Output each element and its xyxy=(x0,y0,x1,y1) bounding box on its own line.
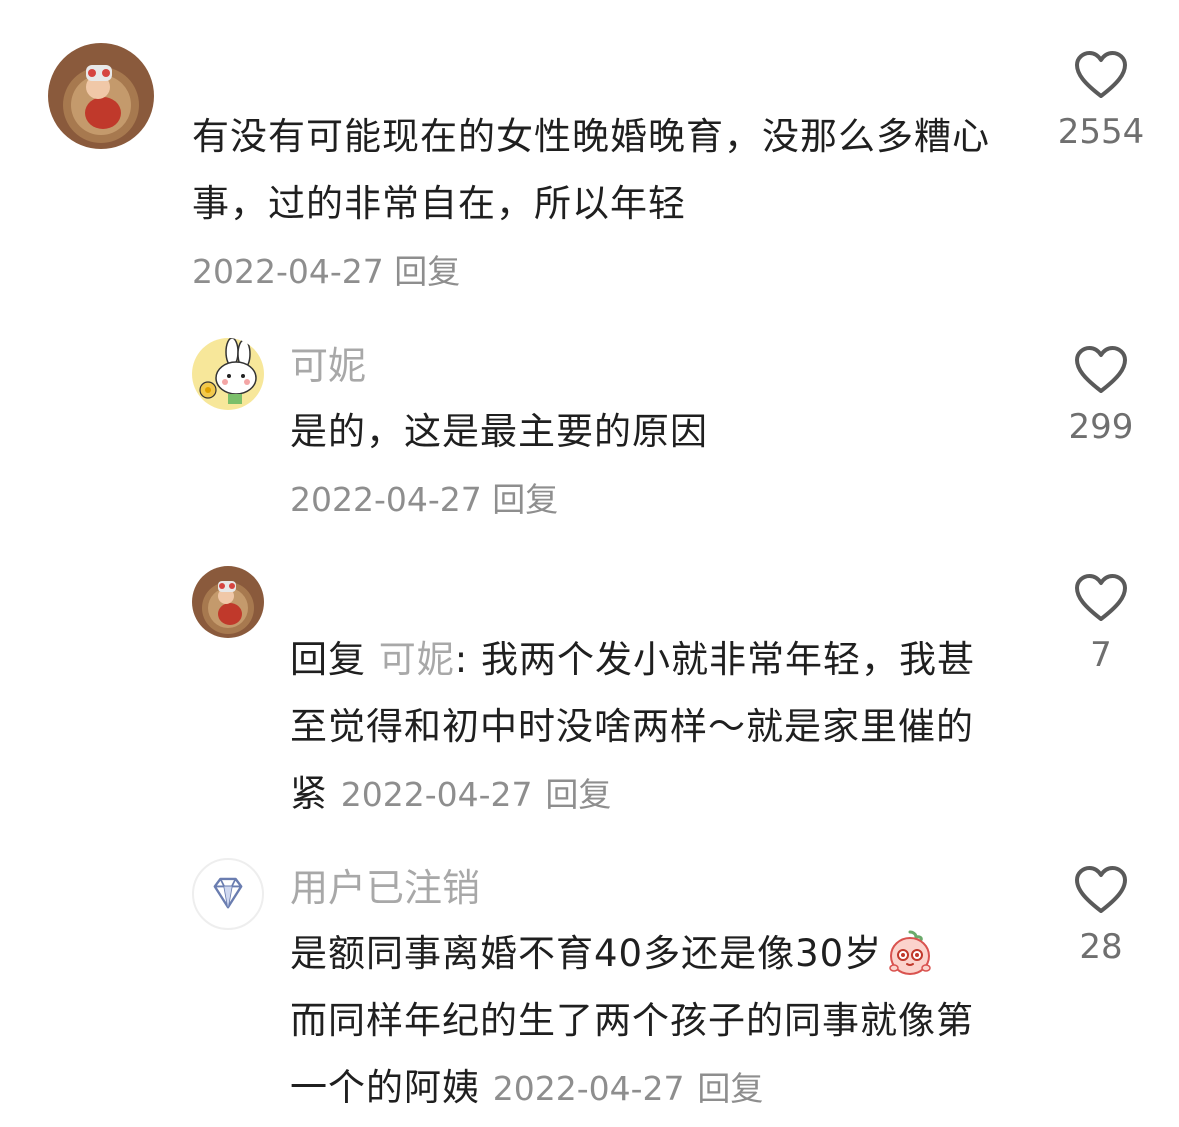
comment-date: 2022-04-27 xyxy=(290,480,482,519)
reply-button[interactable]: 回复 xyxy=(697,1069,763,1108)
reply-colon: : xyxy=(454,638,469,681)
comment-date: 2022-04-27 xyxy=(492,1069,685,1108)
bunny-icon xyxy=(192,338,264,410)
comment-text: 回复 可妮: 我两个发小就非常年轻，我甚至觉得和初中时没啥两样～就是家里催的紧 … xyxy=(290,626,1010,828)
comment-username[interactable]: 可妮 xyxy=(290,342,366,390)
reply-to-username[interactable]: 可妮 xyxy=(379,638,455,681)
heart-outline-icon xyxy=(1075,346,1127,393)
comment-body: 是额同事离婚不育40多还是像30岁 xyxy=(290,932,883,975)
heart-outline-icon xyxy=(1075,574,1127,621)
comment-text: 是额同事离婚不育40多还是像30岁 而同样年纪的生了两个孩子的同事就像第一个的阿… xyxy=(290,920,1010,1122)
like-button[interactable]: 2554 xyxy=(1041,50,1161,154)
comment-username[interactable]: 用户已注销 xyxy=(290,864,480,912)
comment-date: 2022-04-27 xyxy=(192,252,384,291)
avatar[interactable] xyxy=(192,338,264,410)
like-count: 28 xyxy=(1079,927,1123,967)
avatar[interactable] xyxy=(192,858,264,930)
comment-text: 是的，这是最主要的原因 xyxy=(290,398,1010,465)
comment-meta: 2022-04-27 回复 xyxy=(290,476,558,524)
heart-outline-icon xyxy=(1075,866,1127,913)
baby-photo-icon xyxy=(192,566,264,638)
reply-button[interactable]: 回复 xyxy=(545,775,611,814)
comment-body: 有没有可能现在的女性晚婚晚育，没那么多糟心事，过的非常自在，所以年轻 xyxy=(192,115,990,225)
reply-button[interactable]: 回复 xyxy=(394,252,460,291)
avatar[interactable] xyxy=(48,43,154,149)
like-button[interactable]: 7 xyxy=(1041,573,1161,677)
like-count: 299 xyxy=(1068,407,1134,447)
like-count: 2554 xyxy=(1057,112,1145,152)
baby-photo-icon xyxy=(48,43,154,149)
diamond-icon xyxy=(213,877,243,909)
comment-date: 2022-04-27 xyxy=(340,775,533,814)
like-count: 7 xyxy=(1090,635,1112,675)
reply-prefix: 回复 xyxy=(290,638,366,681)
blushing-emoji xyxy=(886,928,934,976)
comment-body: 是的，这是最主要的原因 xyxy=(290,410,708,453)
like-button[interactable]: 28 xyxy=(1041,865,1161,969)
like-button[interactable]: 299 xyxy=(1041,345,1161,449)
comment-meta: 2022-04-27 回复 xyxy=(192,248,460,296)
avatar[interactable] xyxy=(192,566,264,638)
reply-button[interactable]: 回复 xyxy=(492,480,558,519)
comment-text: 有没有可能现在的女性晚婚晚育，没那么多糟心事，过的非常自在，所以年轻 xyxy=(192,103,1012,237)
heart-outline-icon xyxy=(1075,51,1127,98)
